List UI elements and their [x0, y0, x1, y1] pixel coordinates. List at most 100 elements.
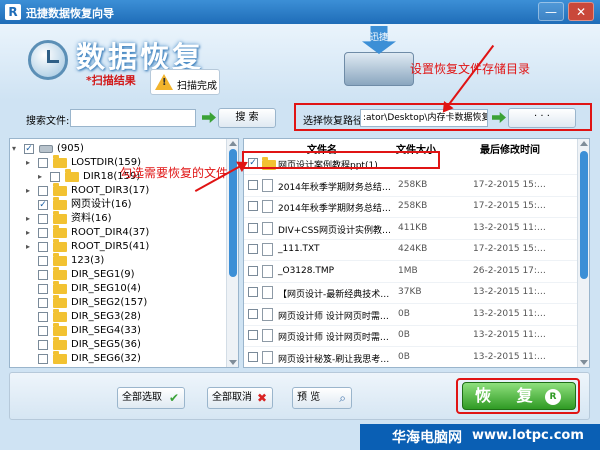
expand-toggle-icon[interactable] — [26, 355, 34, 363]
tree-checkbox[interactable] — [38, 228, 48, 238]
tree-checkbox[interactable] — [50, 172, 60, 182]
expand-toggle-icon[interactable] — [26, 341, 34, 349]
file-checkbox[interactable] — [248, 201, 258, 211]
close-button[interactable]: ✕ — [568, 2, 594, 21]
file-checkbox[interactable] — [248, 351, 258, 362]
tree-checkbox[interactable]: ✓ — [38, 200, 48, 210]
file-row[interactable]: _O3128.TMP 1MB 26-2-2015 17:… — [244, 261, 589, 283]
file-date: 26-2-2015 17:… — [473, 265, 546, 276]
file-checkbox[interactable] — [248, 330, 258, 340]
scroll-up-icon[interactable] — [580, 141, 588, 146]
file-icon — [262, 178, 273, 192]
file-size: 0B — [398, 308, 410, 319]
preview-button[interactable]: 预 览 ⌕ — [292, 387, 352, 409]
file-scroll-thumb[interactable] — [580, 151, 588, 279]
file-row[interactable]: 2014年秋季学期财务总结… 258KB 17-2-2015 15:… — [244, 175, 589, 197]
watermark-url: www.lotpc.com — [472, 428, 584, 443]
scan-status-text: 扫描完成 — [177, 81, 217, 92]
folder-icon — [53, 309, 67, 322]
file-row[interactable]: 【网页设计-最新经典技术… 37KB 13-2-2015 11:… — [244, 282, 589, 304]
select-all-button[interactable]: 全部选取 ✔ — [117, 387, 185, 409]
file-list[interactable]: 文件名 文件大小 最后修改时间 ✓ 网页设计案例教程ppt(1) 2014年秋季学期… — [243, 138, 590, 368]
tree-checkbox[interactable] — [38, 256, 48, 266]
tree-checkbox[interactable] — [38, 340, 48, 350]
tree-checkbox[interactable] — [38, 242, 48, 252]
tree-checkbox[interactable] — [38, 298, 48, 308]
file-row[interactable]: 网页设计师 设计网页时需… 0B 13-2-2015 11:… — [244, 325, 589, 347]
app-logo-icon: R — [5, 4, 21, 20]
folder-icon — [53, 253, 67, 266]
search-label: 搜索文件: — [26, 116, 70, 127]
file-name: 网页设计师 设计网页时需… — [278, 311, 389, 322]
expand-toggle-icon[interactable]: ▸ — [26, 243, 34, 251]
file-name: _O3128.TMP — [278, 265, 335, 276]
file-name: _111.TXT — [278, 244, 320, 254]
folder-icon — [53, 337, 67, 350]
file-icon — [262, 286, 273, 299]
tree-checkbox[interactable] — [38, 270, 48, 280]
file-date: 13-2-2015 11:… — [473, 222, 546, 233]
tree-checkbox[interactable] — [38, 354, 48, 364]
folder-icon — [53, 239, 67, 252]
file-icon — [262, 307, 273, 321]
file-size: 0B — [398, 330, 410, 340]
restore-button[interactable]: 恢 复 R — [462, 382, 576, 410]
file-name: 网页设计师 设计网页时需… — [278, 333, 389, 343]
expand-toggle-icon[interactable] — [26, 299, 34, 307]
file-date: 17-2-2015 15:… — [473, 179, 546, 190]
file-scrollbar[interactable] — [577, 139, 589, 367]
folder-icon — [53, 211, 67, 224]
file-checkbox[interactable] — [248, 179, 258, 190]
deselect-all-button[interactable]: 全部取消 ✖ — [207, 387, 273, 409]
folder-icon — [53, 323, 67, 336]
tree-checkbox[interactable] — [38, 326, 48, 336]
scroll-down-icon[interactable] — [229, 360, 237, 365]
file-checkbox[interactable] — [248, 308, 258, 319]
file-name: 2014年秋季学期财务总结… — [278, 204, 391, 214]
tree-checkbox[interactable] — [38, 214, 48, 224]
tree-checkbox[interactable] — [38, 186, 48, 196]
scroll-up-icon[interactable] — [229, 141, 237, 146]
file-size: 411KB — [398, 222, 428, 233]
file-checkbox[interactable] — [248, 244, 258, 254]
restore-label: 恢 复 — [475, 386, 543, 405]
tree-checkbox[interactable] — [38, 312, 48, 322]
file-row[interactable]: 2014年秋季学期财务总结… 258KB 17-2-2015 15:… — [244, 196, 589, 218]
expand-toggle-icon[interactable]: ▸ — [26, 159, 34, 167]
file-size: 258KB — [398, 201, 428, 211]
expand-toggle-icon[interactable]: ▸ — [26, 229, 34, 237]
folder-icon — [53, 197, 67, 210]
file-row[interactable]: _111.TXT 424KB 17-2-2015 15:… — [244, 239, 589, 261]
file-row[interactable]: 网页设计秘笈-刷让我思考… 0B 13-2-2015 11:… — [244, 347, 589, 368]
expand-toggle-icon[interactable] — [26, 285, 34, 293]
expand-toggle-icon[interactable] — [26, 201, 34, 209]
file-row[interactable]: 网页设计师 设计网页时需… 0B 13-2-2015 11:… — [244, 304, 589, 326]
select-all-label: 全部选取 — [122, 392, 162, 403]
search-button[interactable]: 搜 索 — [218, 108, 276, 128]
expand-toggle-icon[interactable] — [26, 257, 34, 265]
deselect-all-label: 全部取消 — [212, 392, 252, 403]
expand-toggle-icon[interactable] — [26, 313, 34, 321]
minimize-button[interactable]: — — [538, 2, 564, 21]
folder-icon — [53, 183, 67, 196]
file-name: 【网页设计-最新经典技术… — [278, 290, 390, 300]
expand-toggle-icon[interactable]: ▸ — [38, 173, 46, 181]
expand-toggle-icon[interactable]: ▸ — [26, 215, 34, 223]
folder-icon — [65, 169, 79, 182]
expand-toggle-icon[interactable] — [26, 327, 34, 335]
tree-checkbox[interactable]: ✓ — [24, 144, 34, 154]
expand-toggle-icon[interactable] — [26, 271, 34, 279]
file-checkbox[interactable] — [248, 287, 258, 297]
search-input[interactable] — [70, 109, 196, 127]
expand-toggle-icon[interactable]: ▾ — [12, 145, 20, 153]
file-checkbox[interactable] — [248, 265, 258, 276]
file-row[interactable]: DIV+CSS网页设计实例教… 411KB 13-2-2015 11:… — [244, 218, 589, 240]
scroll-down-icon[interactable] — [580, 360, 588, 365]
expand-toggle-icon[interactable]: ▸ — [26, 187, 34, 195]
tree-item-label: DIR_SEG6(32) — [71, 353, 141, 364]
tree-checkbox[interactable] — [38, 284, 48, 294]
tree-checkbox[interactable] — [38, 158, 48, 168]
file-icon — [262, 200, 273, 213]
file-checkbox[interactable] — [248, 222, 258, 233]
file-size: 1MB — [398, 265, 418, 276]
